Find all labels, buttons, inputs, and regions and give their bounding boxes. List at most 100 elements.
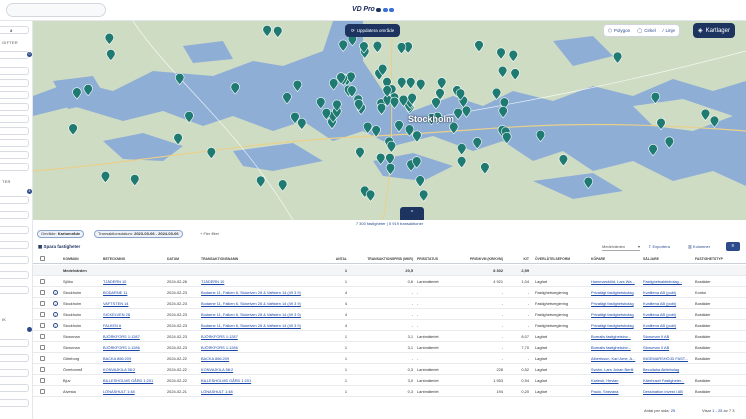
sidebar-field[interactable] — [0, 139, 29, 147]
cell-namn[interactable]: KONVAJKILA 58:2 — [201, 364, 321, 375]
cell-kopare[interactable]: Albertsson, Karl Arne, A... — [591, 353, 641, 364]
table-row[interactable]: Sjöbo TJÄDERN 10 2024-02-26 TJÄDERN 10 1 0,6 L… — [33, 276, 746, 287]
col-header[interactable]: SÄLJARE — [643, 254, 659, 265]
info-icon[interactable]: i — [53, 290, 58, 295]
cell-kopare[interactable]: Paulo, Snezana — [591, 386, 641, 397]
cell-beteckning[interactable]: SICKELVEN 28 — [103, 309, 163, 320]
sidebar-field[interactable] — [0, 51, 29, 59]
more-filters-button[interactable]: + Fler filter — [200, 231, 219, 236]
cell-saljare[interactable]: Storuman 0 AB — [643, 331, 693, 342]
cell-saljare[interactable]: Kvalitena AB (publ) — [643, 298, 693, 309]
col-header[interactable]: FASTIGHETSTYP — [695, 254, 723, 265]
table-row[interactable]: Bjuv BILLESHOLMS GÅRD 1:201 2024-02-22 BILL… — [33, 375, 746, 386]
table-row[interactable]: Storuman BJÖRKFORS 1:1287 2024-02-23 BJÖRKF… — [33, 331, 746, 342]
save-properties-button[interactable]: ▦ Spara fastigheter — [38, 244, 80, 250]
col-header[interactable]: TRANSAKTIONSPRIS (Mkr) — [351, 254, 413, 265]
row-checkbox[interactable] — [40, 367, 45, 372]
sidebar-field[interactable]: å — [0, 26, 29, 34]
row-checkbox[interactable] — [40, 312, 45, 317]
row-checkbox[interactable] — [40, 345, 45, 350]
cell-namn[interactable]: BJÖRKFORS 1:1286 — [201, 342, 321, 353]
property-map[interactable]: ⟳ Uppdatera område ⬠ Polygon ◯ Cirkel ∕ Lin… — [33, 21, 746, 220]
cell-kopare[interactable]: Privatägt fastighetsbolag — [591, 287, 641, 298]
cell-beteckning[interactable]: BJÖRKFORS 1:1287 — [103, 331, 163, 342]
cell-saljare[interactable]: Fastighetsaktiebolag... — [643, 276, 693, 287]
cell-saljare[interactable]: Kvalitena AB (publ) — [643, 309, 693, 320]
cell-kopare[interactable]: Hammarsköld, Lars Wa... — [591, 276, 641, 287]
collapse-map-button[interactable]: ^ — [400, 207, 424, 220]
row-checkbox[interactable] — [40, 334, 45, 339]
page-range[interactable]: 1 - 25 — [712, 408, 722, 413]
sidebar-field[interactable] — [0, 163, 29, 171]
cell-beteckning[interactable]: VAFTSTEN 14 — [103, 298, 163, 309]
cell-namn[interactable]: TJÄDERN 10 — [201, 276, 321, 287]
map-layers-button[interactable]: ◈ Kartlager — [693, 23, 735, 38]
cell-saljare[interactable]: INGEMARSHÖJD FAST... — [643, 353, 693, 364]
filter-chip-date[interactable]: Transaktionsdatum: 2023-03-06 - 2024-03-… — [94, 230, 183, 238]
row-checkbox[interactable] — [40, 323, 45, 328]
info-icon[interactable]: i — [53, 323, 58, 328]
cell-beteckning[interactable]: BJÖRKFORS 1:1286 — [103, 342, 163, 353]
sidebar-field[interactable] — [0, 271, 29, 279]
cell-beteckning[interactable]: LÖNASHULT 1:48 — [103, 386, 163, 397]
cell-saljare[interactable]: Kvalitena AB (publ) — [643, 287, 693, 298]
cell-kopare[interactable]: Borealis fastighetsinv... — [591, 331, 641, 342]
sidebar-field[interactable] — [0, 67, 29, 75]
cell-saljare[interactable]: Dessination Invest i AB — [643, 386, 693, 397]
cell-saljare[interactable]: Beculiaha Aktiebolag — [643, 364, 693, 375]
sidebar-field[interactable] — [0, 127, 29, 135]
sidebar-field[interactable] — [0, 399, 29, 407]
table-row[interactable]: i Stockholm VAFTSTEN 14 2024-02-23 Bodarne 1… — [33, 298, 746, 309]
cell-kopare[interactable]: Privatägt fastighetsbolag — [591, 309, 641, 320]
cell-kopare[interactable]: Karlesh, Hevian — [591, 375, 641, 386]
sidebar-field[interactable] — [0, 91, 29, 99]
cell-namn[interactable]: LÖNASHULT 1:48 — [201, 386, 321, 397]
col-header[interactable]: BETECKNING — [103, 254, 125, 265]
export-button[interactable]: ⇪ Exportera — [648, 242, 670, 251]
sidebar-field[interactable] — [0, 115, 29, 123]
draw-circle-button[interactable]: ◯ Cirkel — [637, 28, 656, 34]
cell-kopare[interactable]: Borealis fastighetsinv... — [591, 342, 641, 353]
row-checkbox[interactable] — [40, 301, 45, 306]
sidebar-field[interactable] — [0, 369, 29, 377]
cell-saljare[interactable]: Kärnhuset Fastigheter... — [643, 375, 693, 386]
row-checkbox[interactable] — [40, 378, 45, 383]
global-search-input[interactable] — [6, 3, 106, 17]
sidebar-field[interactable] — [0, 211, 29, 219]
col-header[interactable]: KÖPARE — [591, 254, 605, 265]
col-header[interactable]: PRIS/KVM (kr/kvm) — [455, 254, 503, 265]
col-header[interactable]: DATUM — [167, 254, 179, 265]
col-header[interactable]: TRANSAKTIONSNAMN — [201, 254, 238, 265]
cell-namn[interactable]: BJÖRKFORS 1:1287 — [201, 331, 321, 342]
cell-beteckning[interactable]: BACKA 866:209 — [103, 353, 163, 364]
info-icon[interactable]: i — [53, 312, 58, 317]
draw-polygon-button[interactable]: ⬠ Polygon — [608, 28, 630, 34]
aggregation-dropdown[interactable]: Medelvärden ▾ — [602, 242, 640, 251]
table-row[interactable]: Storuman BJÖRKFORS 1:1286 2024-02-23 BJÖRKF… — [33, 342, 746, 353]
row-checkbox[interactable] — [40, 279, 45, 284]
sidebar-field[interactable] — [0, 339, 29, 347]
table-row[interactable]: i Stockholm BODARNE 11 2024-02-23 Bodarne 11… — [33, 287, 746, 298]
table-row[interactable]: Övertorneå KONVAJKILA 58:2 2024-02-22 KONVA… — [33, 364, 746, 375]
table-row[interactable]: i Stockholm FALKEN 6 2024-02-23 Bodarne 11, … — [33, 320, 746, 331]
col-header[interactable]: KOMMUN — [63, 254, 79, 265]
cell-namn[interactable]: Bodarne 11, Falken 6, Sickelven 28 & Vaf… — [201, 309, 321, 320]
col-header[interactable]: ÖVERLÅTELSEFORM — [535, 254, 570, 265]
sidebar-field[interactable] — [0, 226, 29, 234]
table-row[interactable]: Alvesta LÖNASHULT 1:48 2024-02-21 LÖNASHULT… — [33, 386, 746, 397]
cell-kopare[interactable]: Privatägt fastighetsbolag — [591, 320, 641, 331]
cell-beteckning[interactable]: FALKEN 6 — [103, 320, 163, 331]
sidebar-field[interactable] — [0, 196, 29, 204]
sidebar-field[interactable] — [0, 79, 29, 87]
row-checkbox[interactable] — [40, 290, 45, 295]
col-header[interactable]: K/T — [507, 254, 529, 265]
cell-namn[interactable]: BILLESHOLMS GÅRD 1:201 — [201, 375, 321, 386]
sidebar-field[interactable] — [0, 354, 29, 362]
select-all-checkbox[interactable] — [40, 256, 45, 261]
cell-beteckning[interactable]: TJÄDERN 10 — [103, 276, 163, 287]
sidebar-field[interactable] — [0, 103, 29, 111]
cell-kopare[interactable]: Privatägt fastighetsbolag — [591, 298, 641, 309]
sidebar-field[interactable] — [0, 384, 29, 392]
col-header[interactable]: ANTAL — [325, 254, 347, 265]
table-row[interactable]: Göteborg BACKA 866:209 2024-02-22 BACKA 866… — [33, 353, 746, 364]
